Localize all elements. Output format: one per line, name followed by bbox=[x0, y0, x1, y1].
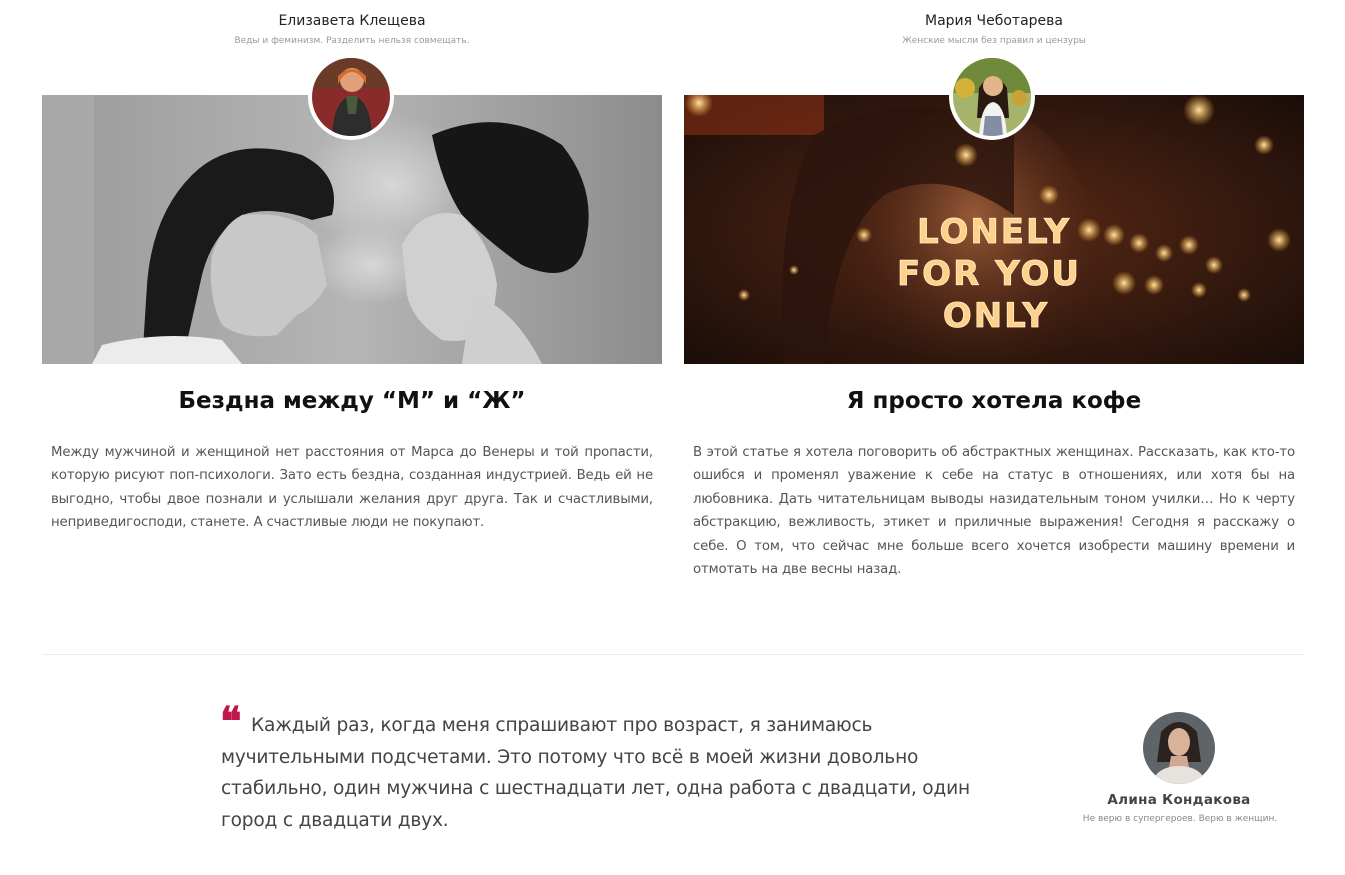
post-excerpt: Между мужчиной и женщиной нет расстояния… bbox=[51, 445, 653, 531]
author-avatar[interactable] bbox=[953, 58, 1031, 136]
author-name[interactable]: Мария Чеботарева bbox=[684, 13, 1304, 29]
neon-sign-line-3: ONLY bbox=[943, 296, 1049, 336]
post-title[interactable]: Бездна между “М” и “Ж” bbox=[42, 388, 662, 414]
neon-sign-line-2: FOR YOU bbox=[897, 254, 1081, 294]
neon-sign-line-1: LONELY bbox=[917, 212, 1071, 252]
author-avatar-ring[interactable] bbox=[308, 54, 394, 140]
author-avatar-ring[interactable] bbox=[949, 54, 1035, 140]
post-excerpt: В этой статье я хотела поговорить об абс… bbox=[693, 445, 1295, 578]
quote-text: Каждый раз, когда меня спрашивают про во… bbox=[221, 715, 970, 831]
author-name[interactable]: Елизавета Клещева bbox=[42, 13, 662, 29]
quote-author-name[interactable]: Алина Кондакова bbox=[1078, 792, 1280, 808]
quote-author-avatar[interactable] bbox=[1143, 712, 1215, 784]
author-tagline: Женские мысли без правил и цензуры bbox=[902, 36, 1086, 46]
author-tagline: Веды и феминизм. Разделить нельзя совмещ… bbox=[234, 36, 470, 46]
author-avatar[interactable] bbox=[312, 58, 390, 136]
post-title[interactable]: Я просто хотела кофе bbox=[684, 388, 1304, 414]
section-divider bbox=[42, 654, 1305, 655]
quote-author-tagline: Не верю в супергероев. Верю в женщин. bbox=[1082, 814, 1278, 824]
